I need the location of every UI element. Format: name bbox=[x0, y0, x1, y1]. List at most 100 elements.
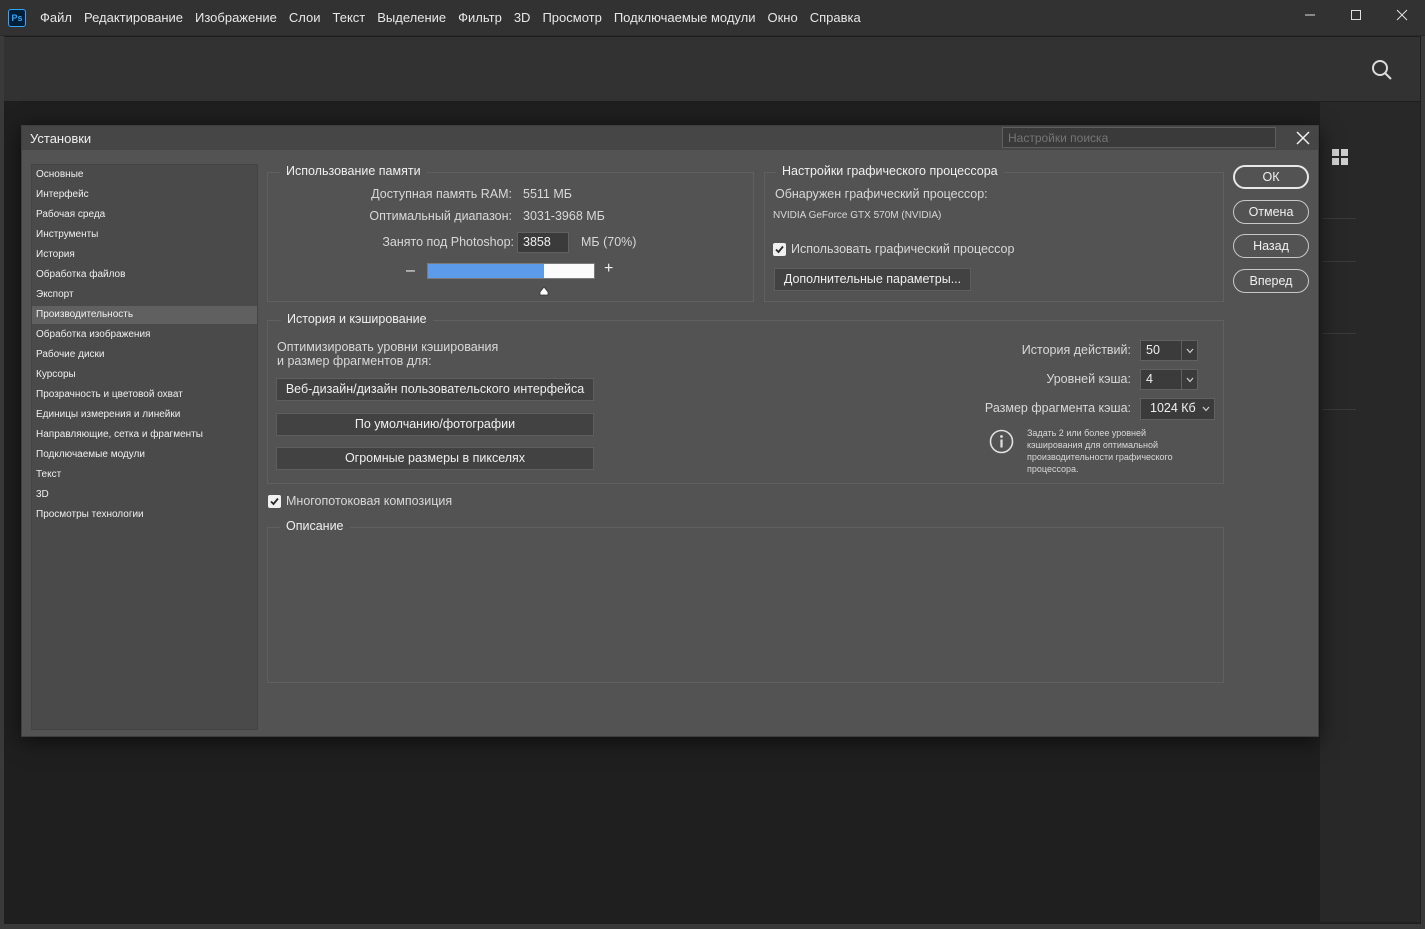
maximize-icon[interactable] bbox=[1333, 0, 1379, 30]
dialog-title-bar: Установки bbox=[22, 126, 1318, 150]
preset-web-ui-button[interactable]: Веб-дизайн/дизайн пользовательского инте… bbox=[276, 378, 594, 401]
history-states-label: История действий: bbox=[1021, 343, 1131, 357]
photoshop-memory-suffix: МБ (70%) bbox=[581, 235, 637, 249]
nav-item-image-processing[interactable]: Обработка изображения bbox=[32, 326, 257, 344]
minimize-icon[interactable] bbox=[1287, 0, 1333, 30]
memory-decrease-icon[interactable]: – bbox=[406, 262, 415, 280]
nav-item-tech-previews[interactable]: Просмотры технологии bbox=[32, 506, 257, 524]
nav-item-general[interactable]: Основные bbox=[32, 166, 257, 184]
description-title: Описание bbox=[280, 519, 350, 533]
description-group bbox=[267, 527, 1224, 683]
dialog-close-icon[interactable] bbox=[1294, 129, 1312, 147]
ideal-range-label: Оптимальный диапазон: bbox=[369, 209, 512, 223]
nav-item-plugins[interactable]: Подключаемые модули bbox=[32, 446, 257, 464]
nav-item-type[interactable]: Текст bbox=[32, 466, 257, 484]
optimize-cache-label-line2: и размер фрагментов для: bbox=[277, 354, 432, 368]
panel-divider bbox=[1322, 333, 1356, 334]
advanced-settings-button[interactable]: Дополнительные параметры... bbox=[774, 268, 971, 291]
photoshop-memory-input[interactable]: 3858 bbox=[517, 232, 569, 253]
menu-bar: Ps Файл Редактирование Изображение Слои … bbox=[0, 0, 1425, 36]
menu-image[interactable]: Изображение bbox=[189, 0, 283, 36]
ideal-range-value: 3031-3968 МБ bbox=[523, 209, 605, 223]
multithread-label: Многопотоковая композиция bbox=[286, 494, 453, 508]
menu-layers[interactable]: Слои bbox=[283, 0, 327, 36]
cancel-button[interactable]: Отмена bbox=[1233, 200, 1309, 224]
back-button[interactable]: Назад bbox=[1233, 234, 1309, 258]
dialog-title: Установки bbox=[30, 131, 92, 146]
menu-plugins[interactable]: Подключаемые модули bbox=[608, 0, 762, 36]
nav-item-tools[interactable]: Инструменты bbox=[32, 226, 257, 244]
chevron-down-icon bbox=[1181, 370, 1197, 389]
photoshop-memory-label: Занято под Photoshop: bbox=[382, 235, 514, 249]
history-cache-title: История и кэширование bbox=[281, 312, 433, 326]
cache-levels-label: Уровней кэша: bbox=[1046, 372, 1131, 386]
menu-view[interactable]: Просмотр bbox=[536, 0, 607, 36]
memory-increase-icon[interactable]: + bbox=[604, 260, 613, 278]
nav-item-file-handling[interactable]: Обработка файлов bbox=[32, 266, 257, 284]
workspace-grid-icon[interactable] bbox=[1332, 149, 1348, 165]
photoshop-logo-icon[interactable]: Ps bbox=[8, 8, 26, 27]
nav-item-3d[interactable]: 3D bbox=[32, 486, 257, 504]
cache-info-line4: процессора. bbox=[1027, 464, 1079, 474]
forward-button[interactable]: Вперед bbox=[1233, 269, 1309, 293]
nav-item-performance[interactable]: Производительность bbox=[32, 306, 257, 324]
gpu-detected-label: Обнаружен графический процессор: bbox=[775, 187, 988, 201]
preset-huge-pixels-button[interactable]: Огромные размеры в пикселях bbox=[276, 447, 594, 470]
history-states-value: 50 bbox=[1146, 343, 1160, 357]
cache-levels-select[interactable]: 4 bbox=[1140, 369, 1198, 390]
history-states-select[interactable]: 50 bbox=[1140, 340, 1198, 361]
options-bar bbox=[4, 37, 1420, 101]
memory-slider[interactable] bbox=[427, 263, 595, 279]
menu-3d[interactable]: 3D bbox=[508, 0, 537, 36]
panel-divider bbox=[1322, 261, 1356, 262]
gpu-name: NVIDIA GeForce GTX 570M (NVIDIA) bbox=[773, 210, 942, 221]
panel-divider bbox=[1322, 409, 1356, 410]
available-ram-label: Доступная память RAM: bbox=[371, 187, 512, 201]
chevron-down-icon bbox=[1198, 399, 1214, 419]
nav-item-guides-grid[interactable]: Направляющие, сетка и фрагменты bbox=[32, 426, 257, 444]
nav-item-workspace[interactable]: Рабочая среда bbox=[32, 206, 257, 224]
close-icon[interactable] bbox=[1379, 0, 1425, 30]
chevron-down-icon bbox=[1181, 341, 1197, 360]
preset-default-photos-button[interactable]: По умолчанию/фотографии bbox=[276, 413, 594, 436]
info-icon bbox=[989, 429, 1014, 454]
menu-filter[interactable]: Фильтр bbox=[452, 0, 508, 36]
available-ram-value: 5511 МБ bbox=[523, 187, 572, 201]
window-controls bbox=[1287, 0, 1425, 30]
cache-levels-value: 4 bbox=[1146, 372, 1153, 386]
optimize-cache-label-line1: Оптимизировать уровни кэширования bbox=[277, 340, 499, 354]
nav-item-transparency[interactable]: Прозрачность и цветовой охват bbox=[32, 386, 257, 404]
multithread-checkbox[interactable] bbox=[268, 495, 281, 508]
menu-help[interactable]: Справка bbox=[804, 0, 867, 36]
cache-info-line3: производительности графического bbox=[1027, 452, 1173, 462]
ok-button[interactable]: ОК bbox=[1233, 165, 1309, 189]
settings-search-input[interactable] bbox=[1002, 127, 1276, 148]
menu-window[interactable]: Окно bbox=[761, 0, 803, 36]
menu-select[interactable]: Выделение bbox=[371, 0, 452, 36]
preferences-nav: Основные Интерфейс Рабочая среда Инструм… bbox=[31, 164, 258, 730]
memory-slider-thumb[interactable] bbox=[539, 283, 549, 296]
preferences-dialog: Установки Основные Интерфейс Рабочая сре… bbox=[21, 125, 1319, 737]
nav-item-scratch-disks[interactable]: Рабочие диски bbox=[32, 346, 257, 364]
use-gpu-label: Использовать графический процессор bbox=[791, 242, 1015, 256]
panel-strip bbox=[1320, 102, 1420, 922]
use-gpu-checkbox[interactable] bbox=[773, 243, 786, 256]
cache-tile-size-value: 1024 Кб bbox=[1150, 401, 1196, 415]
cache-info-line2: кэширования для оптимальной bbox=[1027, 440, 1158, 450]
search-icon[interactable] bbox=[1368, 56, 1396, 84]
menu-type[interactable]: Текст bbox=[327, 0, 372, 36]
window-edge-bottom bbox=[0, 924, 1425, 929]
panel-divider bbox=[1322, 218, 1356, 219]
cache-info-line1: Задать 2 или более уровней bbox=[1027, 428, 1147, 438]
nav-item-cursors[interactable]: Курсоры bbox=[32, 366, 257, 384]
gpu-settings-title: Настройки графического процессора bbox=[776, 164, 1004, 178]
nav-item-interface[interactable]: Интерфейс bbox=[32, 186, 257, 204]
menu-edit[interactable]: Редактирование bbox=[78, 0, 189, 36]
cache-tile-size-label: Размер фрагмента кэша: bbox=[984, 401, 1131, 415]
nav-item-units-rulers[interactable]: Единицы измерения и линейки bbox=[32, 406, 257, 424]
nav-item-history[interactable]: История bbox=[32, 246, 257, 264]
nav-item-export[interactable]: Экспорт bbox=[32, 286, 257, 304]
memory-usage-title: Использование памяти bbox=[280, 164, 427, 178]
cache-tile-size-select[interactable]: 1024 Кб bbox=[1140, 398, 1215, 420]
menu-file[interactable]: Файл bbox=[34, 0, 78, 36]
